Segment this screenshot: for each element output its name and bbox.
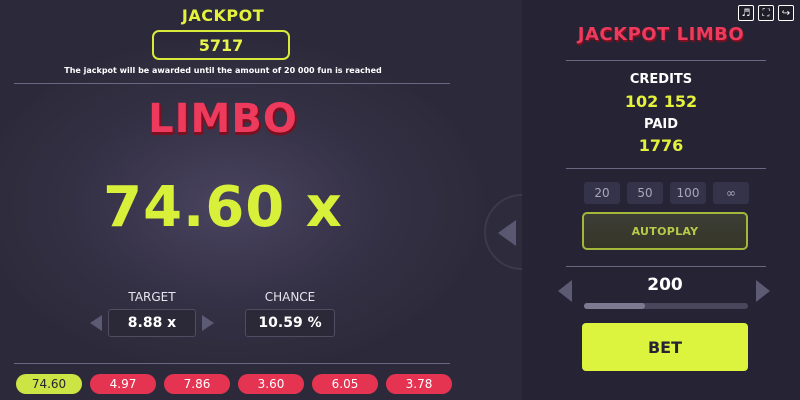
chance-label: CHANCE <box>264 290 316 304</box>
panel-logo: JACKPOT LIMBO <box>577 24 745 45</box>
history-item: 3.78 <box>386 374 452 394</box>
jackpot-amount: 5717 <box>152 30 290 60</box>
divider <box>14 363 450 364</box>
history-item: 6.05 <box>312 374 378 394</box>
multiplier-result: 74.60 x <box>103 175 343 240</box>
divider <box>566 60 766 61</box>
credits-value: 102 152 <box>624 92 698 111</box>
exit-icon[interactable]: ↪ <box>778 5 794 21</box>
target-increase-icon[interactable] <box>202 315 214 331</box>
window-controls: ♬ ⛶ ↪ <box>738 5 794 21</box>
fullscreen-icon[interactable]: ⛶ <box>758 5 774 21</box>
jackpot-note: The jackpot will be awarded until the am… <box>64 66 382 75</box>
autoplay-option-button[interactable]: ∞ <box>713 182 749 204</box>
arrow-left-icon <box>498 220 516 246</box>
divider <box>14 83 450 84</box>
chance-input[interactable]: 10.59 % <box>245 309 335 337</box>
history-item: 7.86 <box>164 374 230 394</box>
history-item: 3.60 <box>238 374 304 394</box>
autoplay-option-button[interactable]: 50 <box>627 182 663 204</box>
divider <box>566 168 766 169</box>
autoplay-option-button[interactable]: 100 <box>670 182 706 204</box>
bet-slider[interactable] <box>584 303 748 309</box>
sound-icon[interactable]: ♬ <box>738 5 754 21</box>
target-decrease-icon[interactable] <box>90 315 102 331</box>
bet-increase-icon[interactable] <box>756 280 770 302</box>
autoplay-option-button[interactable]: 20 <box>584 182 620 204</box>
control-panel: ♬ ⛶ ↪ JACKPOT LIMBO CREDITS 102 152 PAID… <box>522 0 800 400</box>
paid-label: PAID <box>643 117 679 132</box>
paid-value: 1776 <box>638 136 684 155</box>
credits-label: CREDITS <box>629 72 693 87</box>
target-input[interactable]: 8.88 x <box>108 309 196 337</box>
autoplay-count-options: 20 50 100 ∞ <box>584 182 749 204</box>
game-logo: LIMBO <box>148 96 298 142</box>
bet-amount: 200 <box>647 275 683 295</box>
target-label: TARGET <box>128 290 176 304</box>
bet-slider-fill <box>584 303 645 309</box>
history-item: 4.97 <box>90 374 156 394</box>
history-item: 74.60 <box>16 374 82 394</box>
jackpot-title: JACKPOT <box>181 6 265 25</box>
bet-decrease-icon[interactable] <box>558 280 572 302</box>
history-list: 74.60 4.97 7.86 3.60 6.05 3.78 <box>16 374 452 394</box>
game-area: JACKPOT 5717 The jackpot will be awarded… <box>0 0 522 400</box>
divider <box>566 266 766 267</box>
bet-button[interactable]: BET <box>582 323 748 371</box>
autoplay-button[interactable]: AUTOPLAY <box>582 212 748 250</box>
